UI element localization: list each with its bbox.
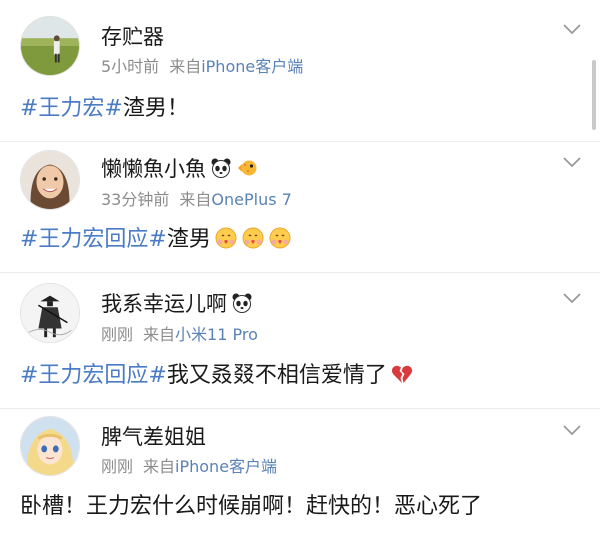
username[interactable]: 脾气差姐姐 <box>101 424 206 450</box>
post-meta: 33分钟前 来自OnePlus 7 <box>101 190 292 210</box>
from-label: 来自 <box>143 325 176 344</box>
post-time: 刚刚 <box>101 325 134 344</box>
panda-icon <box>210 157 232 179</box>
avatar[interactable] <box>20 150 80 210</box>
scrollbar[interactable] <box>592 60 596 130</box>
comment-text: #王力宏回应#我又叒叕不相信爱情了 <box>20 362 414 390</box>
post-meta: 5小时前 来自iPhone客户端 <box>101 57 303 77</box>
avatar[interactable] <box>20 416 80 476</box>
comment-text: #王力宏#渣男！ <box>20 95 189 123</box>
username[interactable]: 我系幸运儿啊 <box>101 291 253 317</box>
chevron-down-icon[interactable] <box>562 22 582 36</box>
comment-body: 卧槽！王力宏什么时候崩啊！赶快的！恶心死了 <box>20 494 483 519</box>
broken-heart-icon <box>390 362 414 386</box>
hashtag-link[interactable]: #王力宏回应# <box>20 363 167 388</box>
post-source[interactable]: iPhone客户端 <box>175 457 277 476</box>
comment-body: 渣男！ <box>122 96 189 121</box>
post-time: 刚刚 <box>101 457 134 476</box>
divider <box>0 408 600 409</box>
heart-hug-emoji <box>214 226 238 250</box>
comment-text: #王力宏回应#渣男 <box>20 226 292 254</box>
username-text: 我系幸运儿啊 <box>101 292 227 316</box>
post-source[interactable]: OnePlus 7 <box>211 190 291 209</box>
post-meta: 刚刚 来自iPhone客户端 <box>101 457 277 477</box>
post-time: 33分钟前 <box>101 190 170 209</box>
avatar[interactable] <box>20 16 80 76</box>
post-source[interactable]: iPhone客户端 <box>201 57 303 76</box>
comment-text: 卧槽！王力宏什么时候崩啊！赶快的！恶心死了 <box>20 493 482 521</box>
username-text: 懒懒魚小魚 <box>101 157 206 181</box>
chevron-down-icon[interactable] <box>562 291 582 305</box>
pufferfish-icon <box>236 157 258 179</box>
chevron-down-icon[interactable] <box>562 155 582 169</box>
heart-hug-emoji <box>241 226 265 250</box>
from-label: 来自 <box>179 190 212 209</box>
comment-body: 渣男 <box>166 227 211 252</box>
post-time: 5小时前 <box>101 57 160 76</box>
divider <box>0 272 600 273</box>
comment-body: 我又叒叕不相信爱情了 <box>166 363 387 388</box>
post-source[interactable]: 小米11 Pro <box>175 325 258 344</box>
from-label: 来自 <box>169 57 202 76</box>
weibo-comment-feed: 存贮器 5小时前 来自iPhone客户端 #王力宏#渣男！ 懒懒魚小魚 33分钟… <box>0 0 600 537</box>
heart-hug-emoji <box>268 226 292 250</box>
avatar[interactable] <box>20 283 80 343</box>
divider <box>0 141 600 142</box>
hashtag-link[interactable]: #王力宏回应# <box>20 227 167 252</box>
from-label: 来自 <box>143 457 176 476</box>
chevron-down-icon[interactable] <box>562 423 582 437</box>
post-meta: 刚刚 来自小米11 Pro <box>101 325 258 345</box>
username[interactable]: 懒懒魚小魚 <box>101 156 258 182</box>
username[interactable]: 存贮器 <box>101 24 164 50</box>
hashtag-link[interactable]: #王力宏# <box>20 96 123 121</box>
panda-icon <box>231 292 253 314</box>
